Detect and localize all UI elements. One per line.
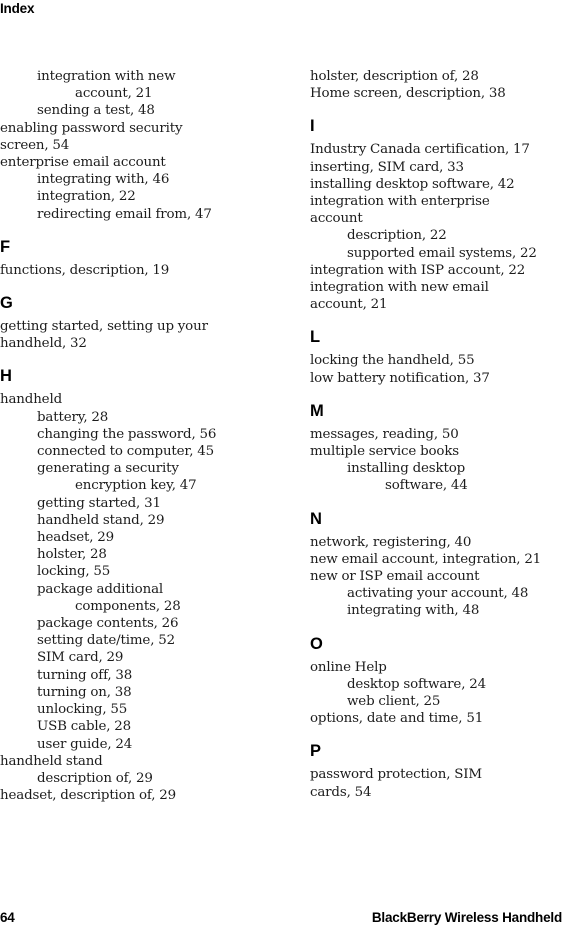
index-entry: description of, 29	[37, 770, 153, 786]
index-entry: software, 44	[385, 478, 468, 494]
index-entry: handheld stand, 29	[37, 512, 165, 528]
index-entry: installing desktop software, 42	[310, 176, 515, 192]
index-entry: integration with new email	[310, 280, 489, 296]
index-entry: user guide, 24	[37, 736, 133, 752]
index-entry: enabling password security	[0, 120, 183, 136]
index-entry: Industry Canada certification, 17	[310, 142, 530, 158]
index-entry: setting date/time, 52	[37, 633, 175, 649]
index-entry: turning off, 38	[37, 667, 133, 683]
index-entry: turning on, 38	[37, 684, 132, 700]
index-entry: generating a security	[37, 461, 179, 477]
index-entry: USB cable, 28	[37, 719, 132, 735]
index-section-i: I Industry Canada certification, 17 insert…	[310, 117, 562, 313]
index-entry: new email account, integration, 21	[310, 551, 542, 567]
index-entry: getting started, 31	[37, 495, 161, 511]
index-entry: messages, reading, 50	[310, 426, 459, 442]
index-entry: integration with ISP account, 22	[310, 262, 526, 278]
index-entry: description, 22	[347, 228, 447, 244]
index-entry: online Help	[310, 659, 387, 675]
index-entry: headset, 29	[37, 530, 114, 546]
section-letter-heading: P	[310, 742, 322, 761]
index-section-o: Oonline Help desktop software, 24 web clie…	[310, 635, 562, 728]
index-entry: web client, 25	[347, 694, 441, 710]
index-entry: package additional	[37, 581, 164, 597]
section-letter-heading: M	[310, 401, 324, 420]
index-entry: integrating with, 46	[37, 172, 170, 188]
section-letter-heading: L	[310, 328, 321, 347]
index-column-left: integration with new account, 21 sending a…	[0, 68, 252, 804]
index-entry: multiple service books	[310, 444, 460, 460]
index-entry: functions, description, 19	[0, 262, 170, 278]
page-footer: 64 BlackBerry Wireless Handheld	[0, 910, 562, 934]
index-entry: cards, 54	[310, 784, 372, 800]
index-entry: handheld	[0, 392, 63, 408]
index-entry: integration with new	[37, 69, 176, 84]
index-section-f: Ffunctions, description, 19	[0, 238, 252, 279]
index-entry: network, registering, 40	[310, 534, 472, 550]
index-entry: password protection, SIM	[310, 767, 482, 783]
index-entry: integration, 22	[37, 189, 136, 205]
index-entry: inserting, SIM card, 33	[310, 159, 464, 175]
running-head: Index	[0, 0, 562, 22]
index-entry: locking, 55	[37, 564, 111, 580]
index-entry: SIM card, 29	[37, 650, 124, 666]
index-entry: connected to computer, 45	[37, 444, 214, 460]
index-entry: holster, description of, 28	[310, 69, 479, 84]
index-entry: supported email systems, 22	[347, 245, 537, 261]
index-entry: handheld stand	[0, 753, 103, 769]
index-entry: components, 28	[75, 598, 181, 614]
index-entry: getting started, setting up your	[0, 319, 208, 335]
index-section-n: Nnetwork, registering, 40 new email accou…	[310, 510, 562, 620]
index-entry: options, date and time, 51	[310, 711, 484, 727]
index-page: Index integration with new account, 21 sen…	[0, 0, 562, 940]
index-entry: low battery notification, 37	[310, 370, 490, 386]
index-entry: handheld, 32	[0, 336, 87, 352]
index-columns: integration with new account, 21 sending a…	[0, 68, 562, 878]
index-column-right: holster, description of, 28 Home screen, …	[310, 68, 562, 801]
book-title: BlackBerry Wireless Handheld	[371, 910, 562, 925]
index-entry: desktop software, 24	[347, 676, 486, 692]
index-entry: Home screen, description, 38	[310, 86, 506, 102]
index-entry: headset, description of, 29	[0, 788, 176, 804]
index-entry: integrating with, 48	[347, 603, 480, 619]
index-entry: package contents, 26	[37, 616, 179, 632]
index-section-l: Llocking the handheld, 55 low battery not…	[310, 328, 562, 386]
index-entry: new or ISP email account	[310, 569, 480, 585]
index-section-m: Mmessages, reading, 50 multiple service b…	[310, 402, 562, 495]
running-head-text: Index	[0, 1, 35, 16]
index-entry: changing the password, 56	[37, 426, 217, 442]
index-entry: enterprise email account	[0, 155, 166, 171]
index-entry: account	[310, 211, 363, 227]
index-section-continued: holster, description of, 28 Home screen, …	[310, 68, 562, 102]
section-letter-heading: H	[0, 367, 12, 386]
index-entry: battery, 28	[37, 409, 109, 425]
page-number: 64	[0, 910, 15, 925]
index-entry: redirecting email from, 47	[37, 206, 212, 222]
index-section-p: Ppassword protection, SIM cards, 54	[310, 742, 562, 800]
section-letter-heading: O	[310, 634, 323, 653]
index-entry: holster, 28	[37, 547, 107, 563]
index-section-g: Ggetting started, setting up your handhel…	[0, 294, 252, 352]
index-entry: installing desktop	[347, 461, 466, 477]
index-entry: integration with enterprise	[310, 194, 490, 210]
index-entry: account, 21	[75, 86, 153, 102]
index-entry: locking the handheld, 55	[310, 353, 475, 369]
section-letter-heading: I	[310, 117, 315, 136]
index-entry: screen, 54	[0, 137, 70, 153]
section-letter-heading: F	[0, 237, 11, 256]
index-entry: encryption key, 47	[75, 478, 197, 494]
index-entry: unlocking, 55	[37, 702, 128, 718]
index-entry: activating your account, 48	[347, 586, 529, 602]
section-letter-heading: G	[0, 294, 13, 313]
index-entry: sending a test, 48	[37, 103, 155, 119]
index-section-continued: integration with new account, 21 sending a…	[0, 68, 252, 223]
section-letter-heading: N	[310, 509, 322, 528]
index-section-h: Hhandheld battery, 28 changing the passwor…	[0, 367, 252, 804]
index-entry: account, 21	[310, 297, 388, 313]
